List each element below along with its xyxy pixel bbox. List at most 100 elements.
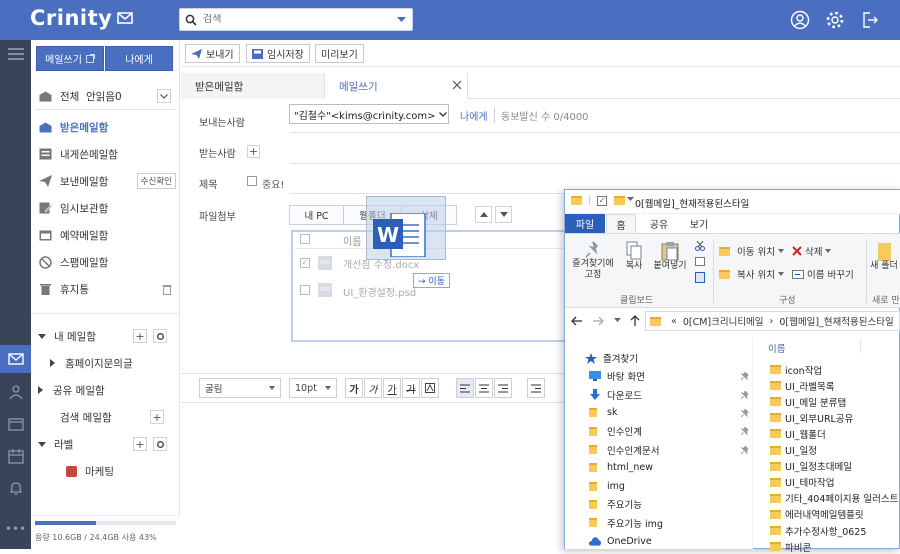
empty-trash-icon[interactable] — [162, 284, 172, 295]
move-down-button[interactable] — [495, 206, 512, 223]
pin-icon[interactable] — [741, 408, 749, 417]
paste-button[interactable]: 붙여넣기 — [650, 241, 690, 272]
move-up-button[interactable] — [475, 206, 492, 223]
nav-item[interactable]: 주요기능 img — [589, 514, 663, 532]
file-checkbox[interactable]: ✓ — [300, 258, 310, 268]
to-me-link[interactable]: 나에게 — [460, 108, 488, 123]
properties-check-icon[interactable]: ✓ — [597, 196, 607, 206]
add-mailbox-button[interactable]: + — [133, 329, 147, 343]
read-receipt-button[interactable]: 수신확인 — [136, 173, 176, 189]
forward-arrow-icon[interactable] — [593, 316, 604, 326]
pin-icon[interactable] — [741, 445, 749, 454]
align-left-icon[interactable] — [456, 378, 474, 398]
send-button[interactable]: 보내기 — [185, 44, 240, 63]
up-arrow-icon[interactable] — [630, 315, 640, 326]
nav-item[interactable]: OneDrive — [589, 532, 652, 550]
label-settings-gear-icon[interactable] — [153, 437, 167, 451]
pin-icon[interactable] — [741, 390, 749, 399]
sidebar-item-homepage-inquiry[interactable]: 홈페이지문의글 — [50, 352, 188, 374]
app-logo[interactable]: Crinity — [30, 6, 134, 30]
address-bar[interactable]: « 0[CM]크리니티메일 › 0[웹메일]_현재적용된스타일 — [645, 311, 900, 331]
sender-select[interactable]: "김철수"<kims@crinity.com> — [289, 104, 449, 124]
rename-button[interactable]: 이름 바꾸기 — [792, 267, 854, 281]
important-checkbox[interactable] — [247, 176, 257, 186]
back-arrow-icon[interactable] — [571, 316, 582, 326]
nav-item[interactable]: sk — [589, 404, 749, 422]
pin-icon[interactable] — [741, 427, 749, 436]
write-to-me-button[interactable]: 나에게 — [105, 46, 173, 71]
folder-item[interactable]: 기타_404페이지용 일러스트 — [770, 491, 898, 506]
calendar-icon[interactable] — [0, 442, 31, 470]
tab-inbox[interactable]: 받은메일함 — [181, 73, 325, 99]
paste-shortcut-icon[interactable] — [695, 272, 705, 283]
add-recipient-button[interactable]: + — [247, 145, 260, 158]
all-mail-filter[interactable]: 전체 안읽음0 — [38, 85, 176, 107]
sidebar-item-self-mail[interactable]: 내게쓴메일함 — [38, 143, 176, 165]
copy-path-icon[interactable] — [695, 257, 705, 266]
pin-icon[interactable] — [741, 372, 749, 381]
add-search-mailbox-button[interactable]: + — [150, 410, 164, 424]
underline-button[interactable]: 가 — [383, 378, 401, 398]
save-draft-button[interactable]: 임시저장 — [246, 44, 310, 63]
notification-bell-icon[interactable] — [0, 474, 31, 502]
folder-item[interactable]: UI_외부URL공유 — [770, 410, 853, 425]
italic-button[interactable]: 가 — [364, 378, 382, 398]
user-profile-icon[interactable] — [789, 9, 811, 31]
folder-item[interactable]: UI_웹폴더 — [770, 426, 826, 441]
copy-to-button[interactable]: 복사 위치 — [719, 267, 784, 281]
label-item-marketing[interactable]: 마케팅 — [66, 460, 204, 482]
bold-button[interactable]: 가 — [345, 378, 363, 398]
folder-item[interactable]: UI_일정초대메일 — [770, 459, 852, 474]
path-segment[interactable]: 0[웹메일]_현재적용된스타일 — [779, 314, 893, 328]
pin-to-quick-access-button[interactable]: 즐겨찾기에 고정 — [569, 241, 617, 281]
nav-item[interactable]: html_new — [589, 459, 653, 477]
nav-item[interactable]: 바탕 화면 — [589, 367, 749, 385]
sidebar-item-drafts[interactable]: 임시보관함 — [38, 197, 176, 219]
tab-compose[interactable]: 메일쓰기 — [325, 73, 468, 99]
logout-icon[interactable] — [859, 9, 881, 31]
path-segment[interactable]: 0[CM]크리니티메일 — [683, 314, 764, 328]
sidebar-item-spam[interactable]: 스팸메일함 — [38, 251, 176, 273]
sidebar-item-scheduled[interactable]: 예약메일함 — [38, 224, 176, 246]
web-folder-icon[interactable] — [0, 410, 31, 438]
folder-item[interactable]: 추가수정사항_0625 — [770, 523, 866, 538]
chevron-down-icon[interactable] — [397, 16, 406, 23]
align-right-icon[interactable] — [494, 378, 512, 398]
text-color-icon[interactable] — [421, 378, 439, 398]
menu-icon[interactable] — [0, 40, 31, 68]
close-tab-icon[interactable] — [452, 80, 462, 90]
folder-item[interactable]: icon작업 — [770, 362, 822, 377]
quick-access-dropdown-icon[interactable] — [627, 197, 634, 201]
gear-icon[interactable] — [824, 9, 846, 31]
select-all-checkbox[interactable] — [300, 234, 310, 244]
nav-item[interactable]: 인수인계 — [589, 422, 749, 440]
folder-item[interactable]: 파비콘 — [770, 539, 811, 554]
delete-button[interactable]: 삭제 — [792, 244, 832, 258]
sidebar-item-trash[interactable]: 휴지통 — [38, 278, 176, 300]
align-center-icon[interactable] — [475, 378, 493, 398]
nav-item[interactable]: 즐겨찾기 — [585, 349, 638, 367]
write-mail-button[interactable]: 메일쓰기 — [36, 46, 104, 71]
add-label-button[interactable]: + — [133, 437, 147, 451]
all-filter-dropdown[interactable] — [157, 89, 171, 103]
copy-button[interactable]: 복사 — [621, 241, 647, 272]
sidebar-item-sent[interactable]: 보낸메일함 수신확인 — [38, 170, 176, 192]
file-checkbox[interactable] — [300, 285, 310, 295]
folder-item[interactable]: UI_일정 — [770, 443, 817, 458]
ribbon-tab-view[interactable]: 보기 — [680, 214, 718, 233]
ribbon-tab-file[interactable]: 파일 — [565, 214, 605, 233]
contacts-icon[interactable] — [0, 378, 31, 406]
shared-mailbox-section[interactable]: 공유 메일함 — [38, 379, 176, 401]
recent-locations-icon[interactable] — [614, 318, 621, 322]
search-input[interactable] — [203, 14, 397, 25]
name-column-header[interactable]: 이름 — [768, 341, 785, 355]
folder-item[interactable]: UI_테마작업 — [770, 475, 834, 490]
new-folder-button[interactable]: 새 폴더 — [868, 241, 900, 272]
search-mailbox-section[interactable]: 검색 메일함 — [60, 406, 198, 428]
move-to-button[interactable]: 이동 위치 — [719, 244, 784, 258]
mailbox-settings-gear-icon[interactable] — [153, 329, 167, 343]
more-icon[interactable]: ••• — [0, 515, 31, 543]
mail-app-icon[interactable] — [0, 345, 31, 373]
nav-item[interactable]: 주요기능 — [589, 495, 642, 513]
nav-item[interactable]: 다운로드 — [589, 386, 749, 404]
